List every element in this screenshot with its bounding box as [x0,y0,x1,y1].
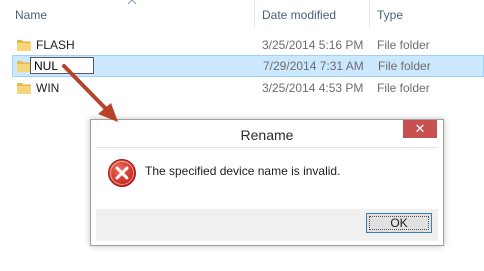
sort-up-icon [127,0,137,5]
folder-icon [17,40,31,51]
column-header-date-modified[interactable]: Date modified [262,8,367,22]
close-icon: ✕ [414,121,426,136]
dialog-footer: OK [96,209,438,241]
dialog-body: The specified device name is invalid. [96,147,438,210]
file-type: File folder [378,59,431,73]
file-row-nul[interactable]: 7/29/2014 7:31 AM File folder [12,55,484,77]
dialog-title: Rename [240,127,294,143]
ok-button[interactable]: OK [366,213,432,233]
file-date: 3/25/2014 5:16 PM [262,38,364,52]
folder-icon [17,83,31,94]
file-name: WIN [36,81,60,95]
column-header-row: Name Date modified Type [0,0,484,28]
column-header-type[interactable]: Type [377,8,477,22]
rename-input[interactable] [30,57,94,74]
file-type: File folder [377,81,430,95]
file-type: File folder [377,38,430,52]
rename-error-dialog: Rename ✕ The specified device name is in… [90,119,444,246]
file-name: FLASH [36,38,75,52]
error-message: The specified device name is invalid. [145,164,341,178]
error-icon [108,159,136,187]
file-date: 3/25/2014 4:53 PM [262,81,364,95]
close-button[interactable]: ✕ [403,120,437,138]
file-row-flash[interactable]: FLASH 3/25/2014 5:16 PM File folder [12,34,484,56]
file-date: 7/29/2014 7:31 AM [263,59,364,73]
file-row-win[interactable]: WIN 3/25/2014 4:53 PM File folder [12,77,484,99]
column-header-name[interactable]: Name [15,8,255,22]
column-divider[interactable] [369,0,370,28]
column-divider[interactable] [254,0,255,28]
